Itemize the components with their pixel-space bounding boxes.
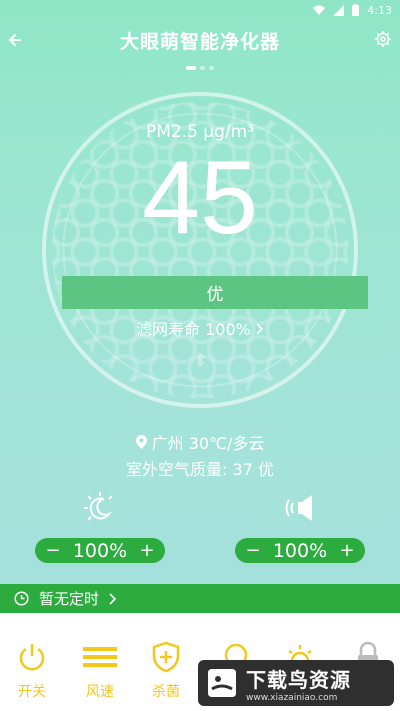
page-title: 大眼萌智能净化器: [119, 30, 280, 53]
chevron-right-icon: [109, 592, 117, 605]
air-quality-label: 优: [206, 285, 224, 305]
volume-stepper: − 100% +: [235, 538, 365, 563]
night-light-decrease-button[interactable]: −: [45, 540, 61, 561]
timer-bar[interactable]: 暂无定时: [0, 584, 400, 613]
location-text: 广州 30℃/多云: [151, 434, 265, 453]
outdoor-air-quality: 室外空气质量: 37 优: [126, 460, 274, 479]
battery-icon: [352, 4, 360, 16]
filter-life-text: 滤网寿命 100%: [136, 320, 251, 339]
tab-sterilize-label: 杀菌: [152, 684, 180, 700]
page-dot: [200, 66, 205, 70]
signal-icon: [333, 4, 345, 16]
night-light-value: 100%: [72, 539, 128, 562]
filter-life-link[interactable]: 滤网寿命 100%: [0, 316, 400, 340]
chevron-right-icon: [256, 323, 264, 335]
clock-icon: [14, 591, 29, 606]
bird-logo-icon: [208, 669, 236, 697]
status-time: 4:13: [367, 3, 392, 17]
volume-decrease-button[interactable]: −: [245, 540, 261, 561]
air-quality-bar: 优: [62, 276, 368, 309]
bluetooth-icon: [196, 352, 204, 368]
night-mode-icon: [84, 492, 113, 521]
page-dot: [209, 66, 214, 70]
app-header: 大眼萌智能净化器: [0, 20, 400, 60]
back-arrow-icon[interactable]: [6, 28, 26, 52]
watermark-title: 下载鸟资源: [246, 667, 351, 692]
tab-fan-speed[interactable]: 风速: [78, 641, 122, 701]
watermark-url: www.xiazainiao.com: [246, 692, 338, 703]
sterilize-shield-icon: [152, 641, 180, 673]
volume-icon: [285, 495, 312, 521]
volume-value: 100%: [272, 539, 328, 562]
watermark-text: 下载鸟资源 www.xiazainiao.com: [246, 664, 351, 703]
status-bar: 4:13: [0, 0, 400, 20]
night-light-increase-button[interactable]: +: [139, 540, 155, 561]
timer-text: 暂无定时: [39, 590, 100, 608]
location-weather: 广州 30℃/多云: [0, 430, 400, 454]
pm-value: 45: [142, 140, 258, 256]
tab-sterilize[interactable]: 杀菌: [144, 641, 188, 701]
wifi-icon: [313, 5, 326, 15]
power-icon: [19, 644, 45, 671]
page-dot-active: [186, 66, 196, 70]
tab-power[interactable]: 开关: [10, 641, 54, 701]
volume-increase-button[interactable]: +: [339, 540, 355, 561]
watermark-logo: 下载鸟资源 www.xiazainiao.com: [198, 660, 394, 706]
tab-fan-speed-label: 风速: [86, 684, 114, 700]
night-light-stepper: − 100% +: [35, 538, 165, 563]
fan-speed-icon: [83, 647, 117, 667]
page-indicator[interactable]: [0, 66, 400, 70]
tab-power-label: 开关: [18, 684, 46, 700]
gear-icon[interactable]: [374, 30, 392, 48]
location-pin-icon: [135, 435, 147, 449]
